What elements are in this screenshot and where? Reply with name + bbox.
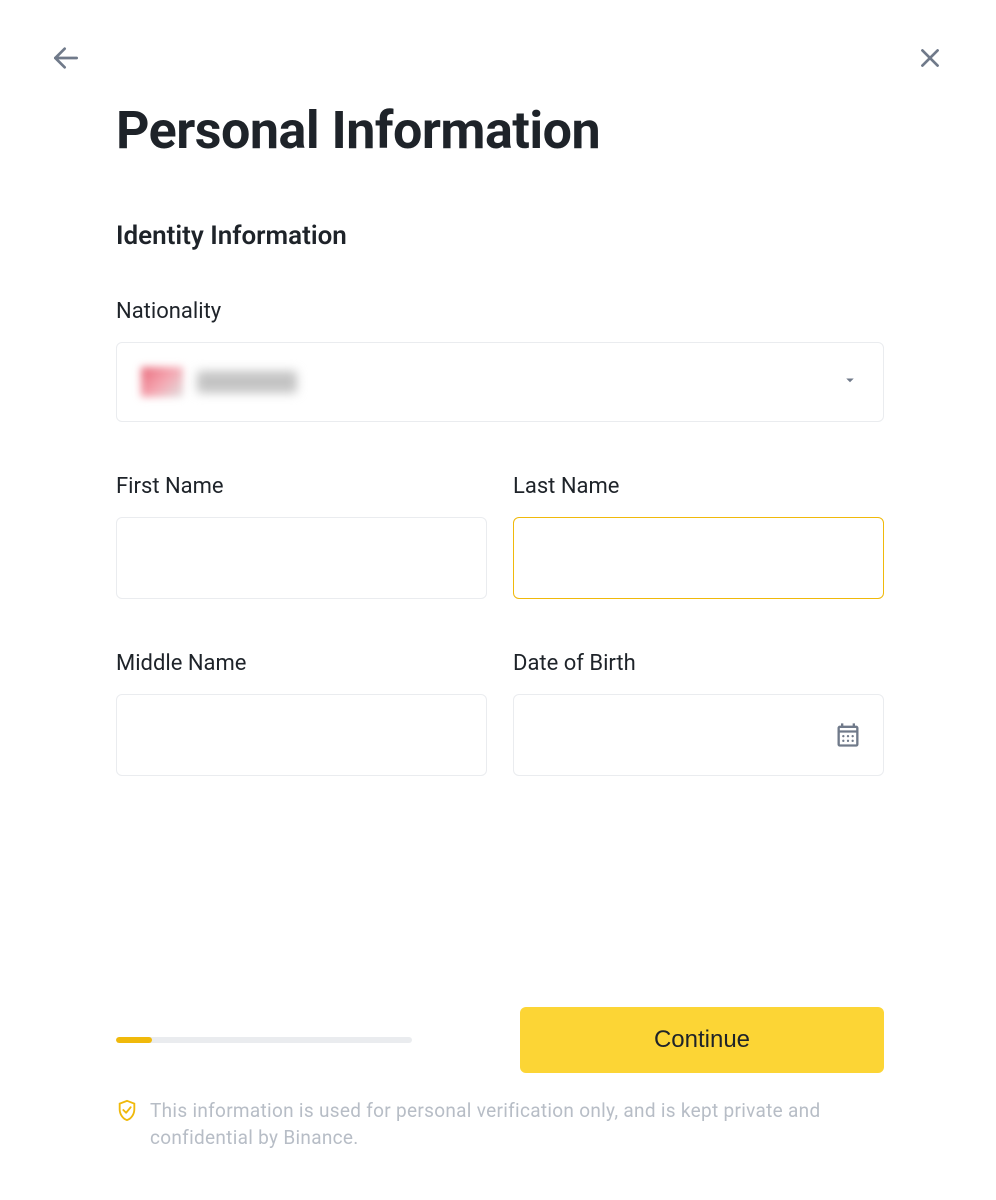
middle-name-label: Middle Name bbox=[116, 651, 487, 676]
dob-input[interactable] bbox=[534, 695, 833, 775]
modal-container: Personal Information Identity Informatio… bbox=[0, 0, 996, 1200]
last-name-field: Last Name bbox=[513, 474, 884, 599]
last-name-label: Last Name bbox=[513, 474, 884, 499]
section-title: Identity Information bbox=[116, 221, 884, 251]
back-button[interactable] bbox=[48, 40, 84, 76]
first-name-field: First Name bbox=[116, 474, 487, 599]
close-icon bbox=[917, 45, 943, 71]
close-button[interactable] bbox=[912, 40, 948, 76]
last-name-input[interactable] bbox=[513, 517, 884, 599]
progress-bar bbox=[116, 1037, 412, 1043]
disclaimer: This information is used for personal ve… bbox=[116, 1097, 884, 1152]
nationality-value bbox=[141, 367, 297, 397]
first-name-input[interactable] bbox=[116, 517, 487, 599]
nationality-select[interactable] bbox=[116, 342, 884, 422]
arrow-left-icon bbox=[50, 42, 82, 74]
nationality-field: Nationality bbox=[116, 299, 884, 474]
flag-icon bbox=[141, 367, 183, 397]
country-name-redacted bbox=[197, 371, 297, 393]
first-name-label: First Name bbox=[116, 474, 487, 499]
disclaimer-text: This information is used for personal ve… bbox=[150, 1097, 884, 1152]
dob-input-wrapper[interactable] bbox=[513, 694, 884, 776]
chevron-down-icon bbox=[841, 371, 859, 393]
dob-label: Date of Birth bbox=[513, 651, 884, 676]
nationality-label: Nationality bbox=[116, 299, 884, 324]
middle-name-input[interactable] bbox=[116, 694, 487, 776]
progress-fill bbox=[116, 1037, 152, 1043]
shield-check-icon bbox=[116, 1099, 138, 1121]
bottom-bar: Continue bbox=[116, 1007, 884, 1073]
page-title: Personal Information bbox=[116, 100, 884, 161]
middle-name-field: Middle Name bbox=[116, 651, 487, 776]
dob-field: Date of Birth bbox=[513, 651, 884, 776]
continue-button[interactable]: Continue bbox=[520, 1007, 884, 1073]
calendar-icon[interactable] bbox=[833, 720, 863, 750]
